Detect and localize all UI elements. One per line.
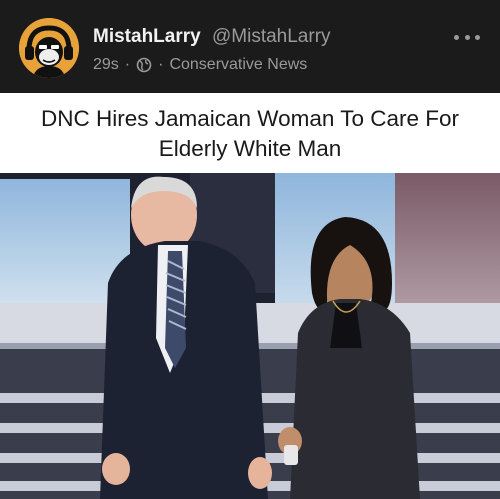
author-name[interactable]: MistahLarry bbox=[93, 26, 201, 47]
more-horizontal-icon bbox=[454, 34, 459, 40]
meta-separator: · bbox=[124, 56, 131, 73]
post-timestamp[interactable]: 29s bbox=[93, 56, 119, 74]
meme-caption: DNC Hires Jamaican Woman To Care For Eld… bbox=[0, 93, 500, 173]
stage-photo bbox=[0, 173, 500, 499]
post-header: MistahLarry @MistahLarry 29s · · Conserv… bbox=[0, 0, 500, 93]
globe-icon bbox=[136, 57, 152, 73]
caption-line-1: DNC Hires Jamaican Woman To Care For bbox=[40, 106, 460, 131]
meta-separator: · bbox=[158, 56, 164, 73]
caption-line-2: Elderly White Man bbox=[158, 136, 342, 161]
meme-photo bbox=[0, 173, 500, 499]
more-horizontal-icon bbox=[464, 34, 470, 40]
avatar[interactable] bbox=[19, 18, 79, 78]
group-link[interactable]: Conservative News bbox=[169, 56, 307, 74]
chimp-logo-icon bbox=[19, 18, 79, 78]
author-line: MistahLarry @MistahLarry bbox=[93, 26, 331, 48]
more-horizontal-icon bbox=[475, 34, 480, 40]
meme-image[interactable]: DNC Hires Jamaican Woman To Care For Eld… bbox=[0, 93, 500, 499]
post-meta: 29s · · Conservative News bbox=[93, 56, 307, 74]
more-options-button[interactable] bbox=[454, 30, 480, 44]
author-handle[interactable]: @MistahLarry bbox=[212, 26, 331, 47]
